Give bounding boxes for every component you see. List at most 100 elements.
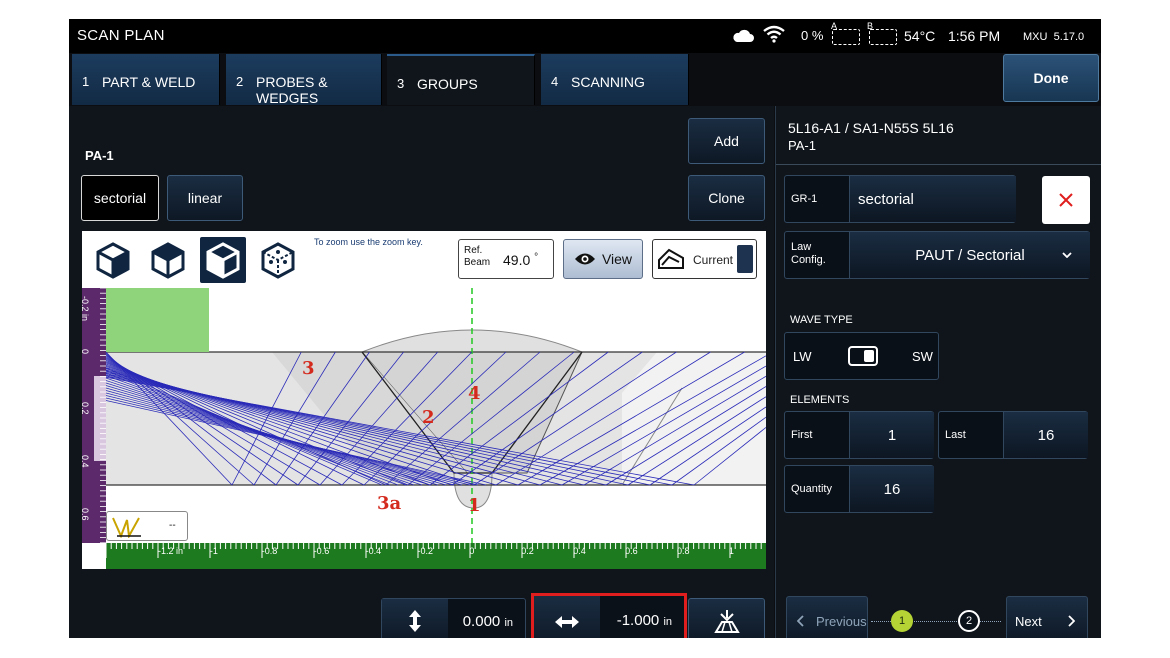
ruler-tick-label: 0.8 <box>677 546 690 556</box>
probe-position-icon <box>713 610 740 633</box>
probe-group-name: PA-1 <box>788 138 816 153</box>
clock: 1:56 PM <box>948 28 1001 44</box>
eye-icon <box>574 253 595 265</box>
tab-probes-wedges[interactable]: 2 PROBES & WEDGES <box>226 54 382 106</box>
zone-label: 3 <box>302 358 315 379</box>
probe-wedge-title: 5L16-A1 / SA1-N55S 5L16 <box>788 120 954 136</box>
tab-number: 2 <box>236 74 244 89</box>
close-icon <box>1059 193 1073 207</box>
config-label: Config. <box>791 254 826 266</box>
scan-offset-field[interactable]: -1.000 in <box>531 593 687 638</box>
ruler-tick-label: 0.2 <box>521 546 534 556</box>
ruler-tick-label: 0.6 <box>625 546 638 556</box>
tab-label: PROBES & WEDGES <box>256 74 328 106</box>
app-title: SCAN PLAN <box>77 27 165 44</box>
law-config-dropdown[interactable]: Law Config. PAUT / Sectorial <box>784 231 1090 279</box>
slot-b-indicator <box>869 29 897 45</box>
ruler-tick-label: 0 <box>469 546 475 556</box>
quantity-label: Quantity <box>791 483 832 495</box>
version-label: MXU 5.17.0 <box>1023 31 1084 43</box>
group-selector[interactable]: GR-1 sectorial <box>784 175 1016 223</box>
cube-iso-icon[interactable] <box>145 237 191 283</box>
first-element-field[interactable]: First 1 <box>784 411 934 459</box>
group-editor-panel: PA-1 sectorial linear Add Clone To zoom … <box>69 106 774 638</box>
ruler-tick-label: -0.6 <box>313 546 330 556</box>
sw-label: SW <box>912 349 933 364</box>
clone-group-button[interactable]: Clone <box>688 175 765 221</box>
index-offset-field[interactable]: 0.000 in <box>381 598 526 638</box>
wave-type-toggle[interactable]: LW SW <box>784 332 939 380</box>
quantity-value: 16 <box>849 466 934 512</box>
next-button[interactable]: Next <box>1006 596 1088 638</box>
step-1-indicator[interactable]: 1 <box>891 610 913 632</box>
tab-groups[interactable]: 3 GROUPS <box>387 54 535 105</box>
linear-mode-button[interactable]: linear <box>167 175 243 221</box>
last-label: Last <box>945 429 966 441</box>
index-offset-unit: in <box>504 617 513 629</box>
index-offset-value: 0.000 in <box>463 613 513 630</box>
vertical-ruler-label: 0.6 <box>82 508 90 521</box>
device-name: MXU <box>1023 31 1048 43</box>
first-label: First <box>791 429 813 441</box>
sectorial-mode-button[interactable]: sectorial <box>81 175 159 221</box>
quantity-field[interactable]: Quantity 16 <box>784 465 934 513</box>
add-group-button[interactable]: Add <box>688 118 765 164</box>
first-element-value: 1 <box>849 412 934 458</box>
sensitivity-legend: -- <box>106 511 188 541</box>
vertical-ruler-label: 0 <box>82 349 90 354</box>
group-settings-panel: 5L16-A1 / SA1-N55S 5L16 PA-1 GR-1 sector… <box>775 106 1101 638</box>
cube-side-icon[interactable] <box>200 237 246 283</box>
zone-label: 3a <box>377 493 402 514</box>
group-label: GR-1 <box>791 193 818 205</box>
legend-value: -- <box>169 520 176 531</box>
view-button[interactable]: View <box>563 239 643 279</box>
scan-offset-number: -1.000 <box>616 612 660 629</box>
degree-unit: ° <box>534 252 539 263</box>
vertical-ruler-label: 0.4 <box>82 455 90 468</box>
current-toggle-switch[interactable] <box>737 245 753 273</box>
cube-dashed-icon[interactable] <box>255 237 301 283</box>
scan-offset-icon-cell <box>534 596 600 638</box>
wifi-icon <box>763 25 785 43</box>
tab-scanning[interactable]: 4 SCANNING <box>541 54 689 105</box>
probe-position-button[interactable] <box>688 598 765 638</box>
ref-label: Ref. <box>464 245 483 256</box>
last-element-field[interactable]: Last 16 <box>938 411 1088 459</box>
tab-part-weld[interactable]: 1 PART & WELD <box>72 54 220 105</box>
temperature: 54°C <box>904 28 936 44</box>
cube-front-icon[interactable] <box>90 237 136 283</box>
divider <box>776 164 1101 165</box>
delete-group-button[interactable] <box>1042 176 1090 224</box>
current-toggle-field[interactable]: Current <box>652 239 757 279</box>
wedge-view-icon <box>658 248 684 269</box>
zone-label: 2 <box>422 407 435 428</box>
group-name: PA-1 <box>85 148 114 163</box>
status-bar: SCAN PLAN 0 % A B 54°C 1:56 PM MXU 5.17.… <box>69 19 1101 53</box>
ref-beam-number: 49.0 <box>503 252 531 268</box>
elements-heading: ELEMENTS <box>790 394 850 406</box>
cloud-icon <box>733 29 754 42</box>
tab-number: 1 <box>82 74 90 89</box>
zoom-hint: To zoom use the zoom key. <box>314 237 423 247</box>
done-button[interactable]: Done <box>1003 54 1099 102</box>
zone-label: 4 <box>468 383 481 404</box>
chevron-left-icon <box>797 615 804 627</box>
ref-beam-value: 49.0 ° <box>503 252 538 268</box>
current-label: Current <box>693 253 734 267</box>
horizontal-arrow-icon <box>555 615 579 628</box>
tab-label: SCANNING <box>571 74 645 90</box>
step-2-indicator[interactable]: 2 <box>958 610 980 632</box>
tab-label: GROUPS <box>417 76 478 92</box>
scan-offset-value: -1.000 in <box>617 612 672 629</box>
group-type-value: sectorial <box>849 176 1016 222</box>
wave-type-heading: WAVE TYPE <box>790 314 853 326</box>
angle-legend-icon <box>112 517 141 538</box>
lw-label: LW <box>793 349 812 364</box>
wave-type-switch[interactable] <box>848 346 878 366</box>
ref-beam-field[interactable]: Ref. Beam 49.0 ° <box>458 239 554 279</box>
scan-plan-view[interactable]: To zoom use the zoom key. Ref. Beam 49.0… <box>82 231 766 569</box>
previous-button[interactable]: Previous <box>786 596 868 638</box>
vertical-arrow-icon <box>409 610 421 632</box>
law-label: Law <box>791 241 812 253</box>
beam-label: Beam <box>464 257 491 268</box>
